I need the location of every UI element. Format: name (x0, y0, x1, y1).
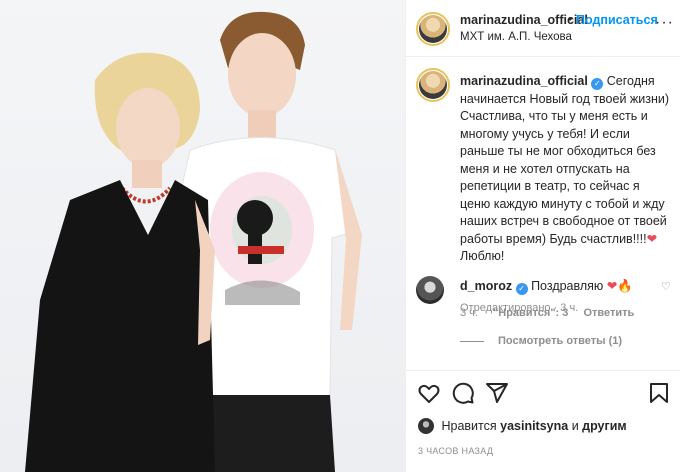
heart-outline-icon[interactable] (417, 381, 441, 405)
replies-divider (460, 340, 484, 342)
view-replies-button[interactable]: Посмотреть ответы (1) (460, 335, 622, 347)
post-side-panel: marinazudina_official • Подписаться МХТ … (405, 0, 680, 472)
comment-meta: 3 ч. "Нравится": 3 Ответить (460, 307, 660, 319)
comment-icon[interactable] (451, 381, 475, 405)
verified-badge-icon: ✓ (515, 283, 528, 295)
commenter-avatar[interactable] (416, 276, 444, 304)
likes-summary: Нравится yasinitsyna и другим (418, 418, 627, 434)
more-options-icon[interactable]: ··· (655, 14, 674, 32)
comment-text: d_moroz ✓ Поздравляю ❤🔥 (460, 278, 633, 295)
liker-avatar[interactable] (418, 418, 434, 434)
commenter-username[interactable]: d_moroz (460, 279, 512, 293)
comment-like-heart-icon[interactable]: ♡ (661, 280, 671, 293)
post-timestamp[interactable]: 3 ЧАСОВ НАЗАД (418, 446, 493, 456)
share-icon[interactable] (485, 381, 509, 405)
comment-body: Поздравляю (531, 279, 607, 293)
fire-emoji-icon: 🔥 (617, 279, 633, 293)
post-photo-illustration (25, 11, 362, 472)
comment-likes-count[interactable]: "Нравится": 3 (493, 307, 568, 319)
author-avatar[interactable] (416, 12, 450, 46)
liker-username[interactable]: yasinitsyna (500, 419, 568, 433)
verified-badge-icon: ✓ (591, 78, 604, 90)
red-heart-emoji-icon: ❤ (646, 231, 658, 246)
comment-reply-button[interactable]: Ответить (583, 307, 634, 319)
separator-dot: • (568, 12, 573, 26)
caption-body: Сегодня начинается Новый год твоей жизни… (460, 74, 670, 246)
follow-button[interactable]: Подписаться (576, 13, 658, 27)
caption-username[interactable]: marinazudina_official (460, 74, 588, 88)
post-header: marinazudina_official • Подписаться МХТ … (406, 0, 680, 57)
caption-author-avatar[interactable] (416, 68, 450, 102)
caption-text: marinazudina_official ✓ Сегодня начинает… (460, 73, 670, 266)
caption-tail: Люблю! (460, 249, 505, 263)
likes-prefix: Нравится (441, 419, 501, 433)
post-actions: Нравится yasinitsyna и другим 3 ЧАСОВ НА… (406, 370, 680, 472)
bookmark-icon[interactable] (647, 381, 671, 405)
view-replies-label: Посмотреть ответы (1) (498, 335, 623, 347)
red-heart-emoji-icon: ❤ (606, 279, 618, 293)
likes-others-link[interactable]: другим (582, 419, 627, 433)
likes-middle: и (568, 419, 583, 433)
comment-time: 3 ч. (460, 307, 478, 319)
location-link[interactable]: МХТ им. А.П. Чехова (460, 31, 572, 43)
post-photo[interactable] (0, 0, 405, 472)
